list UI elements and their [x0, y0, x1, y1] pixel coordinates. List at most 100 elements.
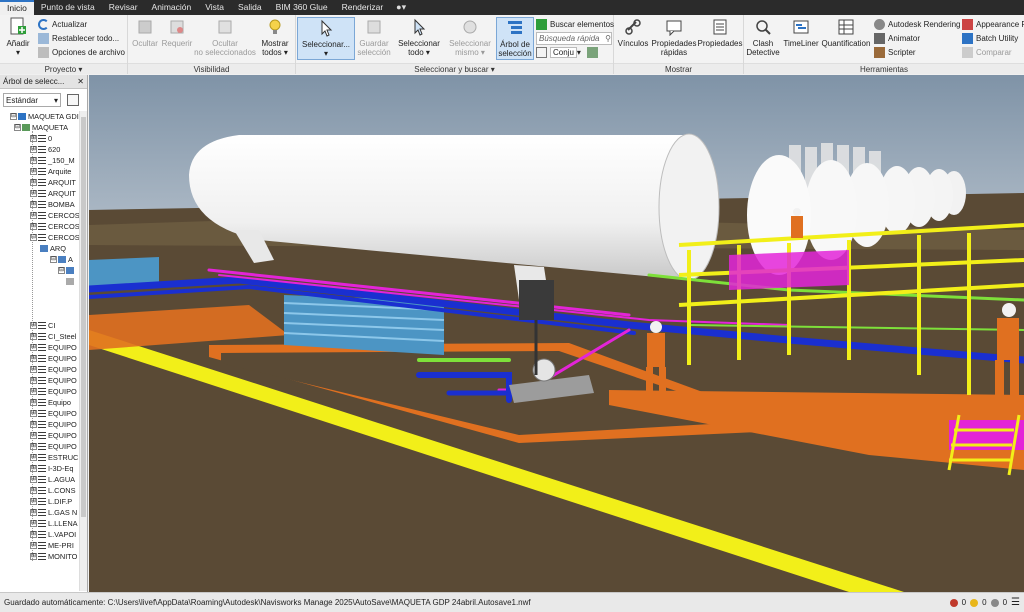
magenta-platform [729, 250, 849, 290]
tree-item[interactable] [66, 276, 76, 287]
3d-viewport[interactable] [89, 75, 1024, 592]
tree-item[interactable]: ⊞ L.VAPOI [30, 529, 76, 540]
tree-item[interactable]: ⊞ EQUIPO [30, 408, 77, 419]
tree-item[interactable]: ⊞ ARQUIT [30, 177, 76, 188]
tree-view-dropdown[interactable]: Estándar ▾ [3, 93, 61, 107]
tree-item[interactable]: ⊞ CERCOS [30, 221, 80, 232]
compare-button[interactable]: Comparar [962, 46, 1012, 59]
tree-item[interactable]: ARQ [40, 243, 66, 254]
tree-item[interactable]: ⊞ L.DIF.P [30, 496, 72, 507]
tree-item[interactable]: ⊞ EQUIPO [30, 375, 77, 386]
panel-mostrar: Vínculos Propiedades rápidas Propiedades… [614, 15, 744, 74]
tree-item[interactable]: ⊞ CI_Steel [30, 331, 76, 342]
animator-button[interactable]: Animator [874, 32, 920, 45]
require-icon [167, 17, 187, 37]
tab-animacion[interactable]: Animación [145, 0, 199, 15]
select-same-icon [460, 17, 480, 37]
tree-item[interactable]: ⊟ A [50, 254, 73, 265]
tree-item[interactable]: ⊞ EQUIPO [30, 342, 77, 353]
batch-utility-button[interactable]: Batch Utility [962, 32, 1018, 45]
tab-revisar[interactable]: Revisar [102, 0, 145, 15]
tree-item[interactable]: ⊞ 620 [30, 144, 60, 155]
cursor-icon [316, 18, 336, 38]
show-all-button[interactable]: Mostrar todos ▾ [258, 17, 292, 57]
hide-unselected-icon [215, 17, 235, 37]
selection-tree: ⊟ MAQUETA GDI ⊟ MAQUETA ⊞ 0 ⊞ 620 ⊞ _150_M ⊞ A… [0, 111, 80, 591]
quantification-button[interactable]: Quantification [820, 17, 872, 48]
camera-menu-icon[interactable]: ●▾ [390, 2, 412, 13]
links-button[interactable]: Vínculos [616, 17, 650, 48]
select-all-button[interactable]: Seleccionar todo ▾ [396, 17, 442, 57]
tree-item[interactable]: ⊞ EQUIPO [30, 353, 77, 364]
tree-item[interactable]: ⊞ L.GAS N [30, 507, 77, 518]
tree-item[interactable]: ⊞ ARQUIT [30, 188, 76, 199]
tree-scrollbar[interactable] [79, 111, 87, 591]
tree-item[interactable]: ⊞ 0 [30, 133, 52, 144]
panel-title-proyecto[interactable]: Proyecto ▾ [0, 63, 127, 74]
sets-dropdown[interactable]: Conju ▾ [536, 46, 601, 59]
scripter-button[interactable]: Scripter [874, 46, 916, 59]
tree-item[interactable]: ⊞ EQUIPO [30, 441, 77, 452]
tree-item[interactable]: ⊞ I-3D-Eq [30, 463, 73, 474]
panel-menu-icon[interactable]: ☰ [1011, 597, 1020, 608]
tree-item[interactable]: ⊞ Arquite [30, 166, 71, 177]
tree-item[interactable]: ⊟ CERCOS [30, 232, 80, 243]
binoculars-icon[interactable]: ⚲ [605, 34, 611, 43]
tree-item[interactable]: ⊞ Equipo [30, 397, 71, 408]
add-button[interactable]: Añadir ▾ [4, 17, 32, 57]
quick-find-input[interactable]: Búsqueda rápida ⚲ [536, 32, 612, 45]
manage-sets-icon[interactable] [586, 47, 598, 58]
teapot-icon [874, 19, 885, 30]
tab-bim360[interactable]: BIM 360 Glue [269, 0, 335, 15]
appearance-profiler-button[interactable]: Appearance P [962, 18, 1024, 31]
close-icon[interactable]: ✕ [77, 77, 84, 86]
tree-item[interactable]: ⊞ BOMBA [30, 199, 75, 210]
properties-button[interactable]: Propiedades [698, 17, 742, 48]
appearance-icon [962, 19, 973, 30]
tree-item[interactable]: ⊞ L.LLENA [30, 518, 78, 529]
tree-item[interactable]: ⊞ EQUIPO [30, 386, 77, 397]
tree-item[interactable]: ⊞ CI [30, 320, 55, 331]
tree-item[interactable]: ⊟ [58, 265, 76, 276]
tree-item[interactable]: ⊟ MAQUETA [14, 122, 68, 133]
add-file-icon [8, 17, 28, 37]
reset-all-button[interactable]: Restablecer todo... [38, 32, 119, 45]
file-options-button[interactable]: Opciones de archivo [38, 46, 125, 59]
refresh-button[interactable]: Actualizar [38, 18, 87, 31]
hide-button[interactable]: Ocultar [130, 17, 160, 48]
tree-item[interactable]: ⊞ ESTRUC [30, 452, 78, 463]
tree-item[interactable]: ⊟ MAQUETA GDI [10, 111, 79, 122]
autodesk-rendering-button[interactable]: Autodesk Rendering [874, 18, 961, 31]
tab-vista[interactable]: Vista [198, 0, 231, 15]
tab-punto-de-vista[interactable]: Punto de vista [34, 0, 102, 15]
find-items-button[interactable]: Buscar elementos [536, 18, 614, 31]
tab-inicio[interactable]: Inicio [0, 0, 34, 15]
save-selection-button[interactable]: Guardar selección [356, 17, 392, 57]
clash-detective-button[interactable]: Clash Detective [744, 17, 782, 57]
panel-title-seleccionar[interactable]: Seleccionar y buscar ▾ [296, 63, 613, 74]
tree-item[interactable]: ⊞ L.CONS [30, 485, 76, 496]
panel-title-herramientas: Herramientas [744, 63, 1024, 74]
tree-item[interactable]: ⊞ MONITO [30, 551, 77, 562]
select-button[interactable]: Seleccionar... ▾ [297, 17, 355, 60]
tree-item[interactable]: ⊞ L.AGUA [30, 474, 75, 485]
quick-properties-button[interactable]: Propiedades rápidas [650, 17, 698, 57]
status-indicators: 0 0 0 ☰ [949, 597, 1020, 608]
tree-item[interactable]: ⊞ ME-PRI [30, 540, 74, 551]
timeliner-icon [791, 17, 811, 37]
require-button[interactable]: Requerir [160, 17, 194, 48]
timeliner-button[interactable]: TimeLiner [782, 17, 820, 48]
tree-item[interactable]: ⊞ EQUIPO [30, 430, 77, 441]
tree-item[interactable]: ⊞ EQUIPO [30, 364, 77, 375]
tab-salida[interactable]: Salida [231, 0, 269, 15]
tree-scrollbar-thumb[interactable] [81, 117, 86, 517]
selection-tree-button[interactable]: Árbol de selección [496, 17, 534, 60]
tree-item[interactable]: ⊞ CERCOS [30, 210, 80, 221]
tree-options-icon[interactable] [67, 94, 79, 106]
tree-item[interactable]: ⊞ EQUIPO [30, 419, 77, 430]
select-same-button[interactable]: Seleccionar mismo ▾ [446, 17, 494, 57]
tab-renderizar[interactable]: Renderizar [335, 0, 391, 15]
ribbon: Añadir ▾ Actualizar Restablecer todo... O… [0, 15, 1024, 74]
hide-unselected-button[interactable]: Ocultar no seleccionados [192, 17, 258, 57]
tree-item[interactable]: ⊞ _150_M [30, 155, 75, 166]
